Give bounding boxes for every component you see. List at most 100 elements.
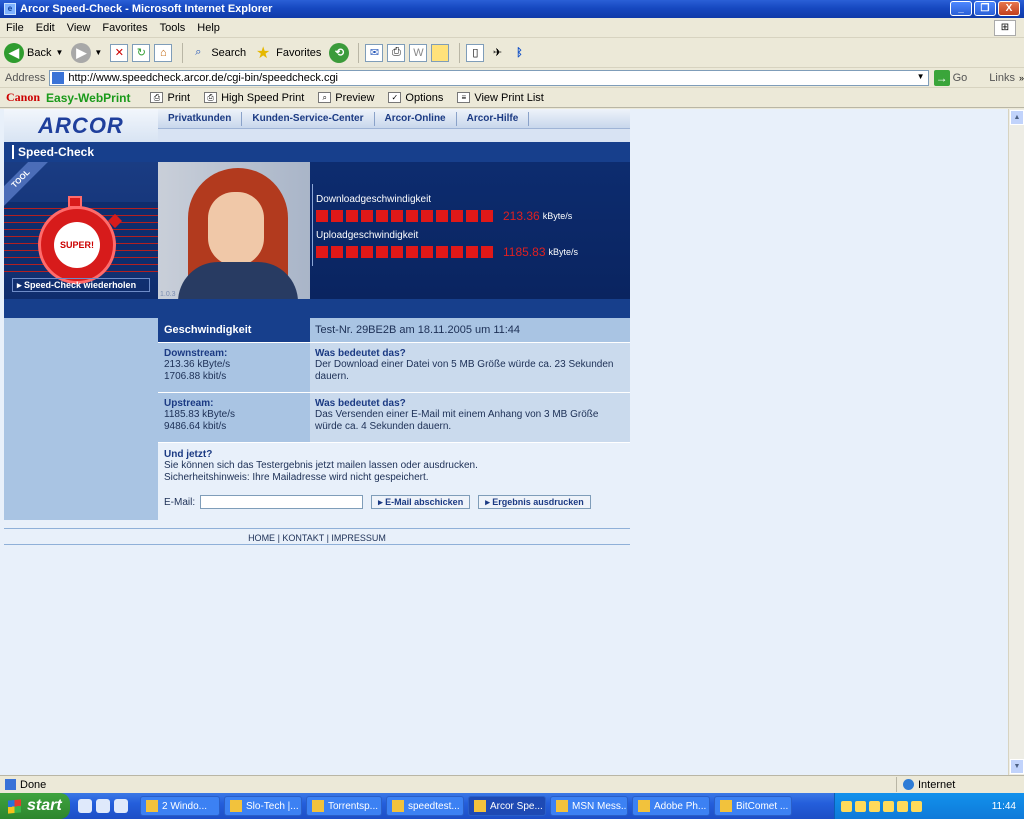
- scroll-down-icon[interactable]: ▼: [1010, 759, 1024, 774]
- globe-icon: [903, 779, 914, 790]
- email-input[interactable]: [200, 495, 364, 509]
- privacy-note: Sicherheitshinweis: Ihre Mailadresse wir…: [164, 472, 429, 483]
- speed-block: [391, 246, 403, 258]
- address-dropdown-icon[interactable]: ▼: [915, 72, 927, 84]
- quicklaunch-app-icon[interactable]: [114, 799, 128, 813]
- send-email-button[interactable]: ▸ E-Mail abschicken: [371, 495, 471, 509]
- favorites-button[interactable]: ★ Favorites: [254, 44, 321, 62]
- menu-edit[interactable]: Edit: [36, 22, 55, 34]
- window-controls: _ ❐ X: [950, 1, 1020, 16]
- taskbar-button[interactable]: BitComet ...: [714, 796, 792, 816]
- footer-divider: [4, 544, 630, 545]
- speed-block: [466, 210, 478, 222]
- tray-icon[interactable]: [911, 800, 922, 812]
- mail-icon[interactable]: ✉: [365, 43, 384, 62]
- menu-tools[interactable]: Tools: [160, 22, 186, 34]
- photo-face: [208, 192, 264, 266]
- bluetooth-icon[interactable]: ᛒ: [510, 44, 528, 62]
- go-button[interactable]: → Go: [933, 69, 967, 86]
- minimize-button[interactable]: _: [950, 1, 972, 16]
- tray-icon[interactable]: [841, 800, 852, 812]
- tray-icon[interactable]: [897, 800, 908, 812]
- canon-print-button[interactable]: ⎙ Print: [150, 92, 190, 104]
- email-label: E-Mail:: [164, 496, 196, 508]
- ie-window: e Arcor Speed-Check - Microsoft Internet…: [0, 0, 1024, 819]
- forward-dropdown-icon[interactable]: ▼: [94, 48, 102, 57]
- footer-links[interactable]: HOME | KONTAKT | IMPRESSUM: [4, 533, 630, 543]
- task-icon: [146, 800, 158, 812]
- links-chevron-icon[interactable]: »: [1019, 73, 1024, 83]
- menu-help[interactable]: Help: [197, 22, 220, 34]
- nav-privatkunden[interactable]: Privatkunden: [158, 111, 243, 126]
- address-input[interactable]: http://www.speedcheck.arcor.de/cgi-bin/s…: [49, 69, 929, 86]
- go-arrow-icon: →: [933, 69, 950, 86]
- start-button[interactable]: start: [0, 793, 70, 819]
- taskbar-button[interactable]: MSN Mess...: [550, 796, 628, 816]
- taskbar-button[interactable]: Slo-Tech |...: [224, 796, 302, 816]
- back-button[interactable]: ◀ Back ▼: [4, 42, 63, 63]
- speed-block: [436, 210, 448, 222]
- scroll-up-icon[interactable]: ▲: [1010, 110, 1024, 125]
- tray-icon[interactable]: [883, 800, 894, 812]
- research-icon[interactable]: ▯: [466, 43, 485, 62]
- speed-block: [451, 210, 463, 222]
- stop-icon[interactable]: ✕: [110, 43, 129, 62]
- taskbar-button[interactable]: speedtest...: [386, 796, 464, 816]
- nav-arcor-online[interactable]: Arcor-Online: [375, 111, 457, 126]
- forward-button[interactable]: ▶ ▼: [71, 42, 102, 63]
- quicklaunch-ie-icon[interactable]: [96, 799, 110, 813]
- menu-favorites[interactable]: Favorites: [102, 22, 147, 34]
- quicklaunch-firefox-icon[interactable]: [78, 799, 92, 813]
- hero-banner: TOOL SUPER! ▸ Speed-Check wiederholen 1.…: [4, 162, 630, 299]
- version-label: 1.0.3: [160, 291, 176, 298]
- close-button[interactable]: X: [998, 1, 1020, 16]
- taskbar-button-label: Arcor Spe...: [490, 800, 543, 812]
- discuss-icon[interactable]: [431, 43, 450, 62]
- upstream-kbyte: 1185.83 kByte/s: [164, 409, 235, 420]
- canon-view-print-list-button[interactable]: ≡ View Print List: [457, 92, 544, 104]
- canon-preview-label: Preview: [335, 91, 375, 104]
- taskbar-button-label: Adobe Ph...: [654, 800, 707, 812]
- easy-webprint-menu[interactable]: Easy-WebPrint: [46, 91, 130, 105]
- vertical-scrollbar[interactable]: ▲ ▼: [1008, 109, 1024, 775]
- menu-file[interactable]: File: [6, 22, 24, 34]
- arcor-logo[interactable]: ARCOR: [4, 109, 158, 142]
- tray-icon[interactable]: [855, 800, 866, 812]
- test-info: Test-Nr. 29BE2B am 18.11.2005 um 11:44: [310, 318, 630, 342]
- downstream-answer: Der Download einer Datei von 5 MB Größe …: [315, 359, 614, 382]
- nav-kunden-service-center[interactable]: Kunden-Service-Center: [242, 111, 375, 126]
- canon-logo: Canon: [6, 90, 41, 104]
- messenger-icon[interactable]: ✈: [488, 44, 506, 62]
- ie-icon: e: [4, 3, 16, 15]
- taskbar-button[interactable]: 2 Windo...: [140, 796, 220, 816]
- taskbar-button-label: MSN Mess...: [572, 800, 628, 812]
- taskbar-button[interactable]: Torrentsp...: [306, 796, 382, 816]
- tray-icon[interactable]: [869, 800, 880, 812]
- home-icon[interactable]: ⌂: [154, 43, 173, 62]
- taskbar-button[interactable]: Adobe Ph...: [632, 796, 710, 816]
- task-icon: [638, 800, 650, 812]
- canon-view-print-list-label: View Print List: [474, 91, 544, 104]
- print-result-button[interactable]: ▸ Ergebnis ausdrucken: [478, 495, 591, 509]
- refresh-icon[interactable]: ↻: [132, 43, 151, 62]
- taskbar-button[interactable]: Arcor Spe...: [468, 796, 546, 816]
- history-icon[interactable]: ⟲: [329, 42, 350, 63]
- repeat-speedcheck-link[interactable]: ▸ Speed-Check wiederholen: [12, 278, 150, 292]
- back-dropdown-icon[interactable]: ▼: [55, 48, 63, 57]
- edit-icon[interactable]: W: [409, 43, 428, 62]
- print-icon[interactable]: ⎙: [387, 43, 406, 62]
- links-button[interactable]: Links: [989, 72, 1015, 84]
- canon-high-speed-print-button[interactable]: ⎙ High Speed Print: [204, 92, 304, 104]
- search-button[interactable]: ⌕ Search: [189, 44, 246, 62]
- results-header-row: Geschwindigkeit Test-Nr. 29BE2B am 18.11…: [158, 318, 630, 343]
- canon-preview-button[interactable]: ⌕ Preview: [318, 92, 374, 104]
- speed-block: [481, 246, 493, 258]
- sub-navigation: [158, 129, 630, 142]
- task-icon: [556, 800, 568, 812]
- page-viewport: ARCOR Privatkunden Kunden-Service-Center…: [0, 109, 1008, 775]
- maximize-button[interactable]: ❐: [974, 1, 996, 16]
- menu-view[interactable]: View: [67, 22, 91, 34]
- speed-block: [331, 246, 343, 258]
- canon-options-button[interactable]: ✓ Options: [388, 92, 443, 104]
- nav-arcor-hilfe[interactable]: Arcor-Hilfe: [457, 111, 530, 126]
